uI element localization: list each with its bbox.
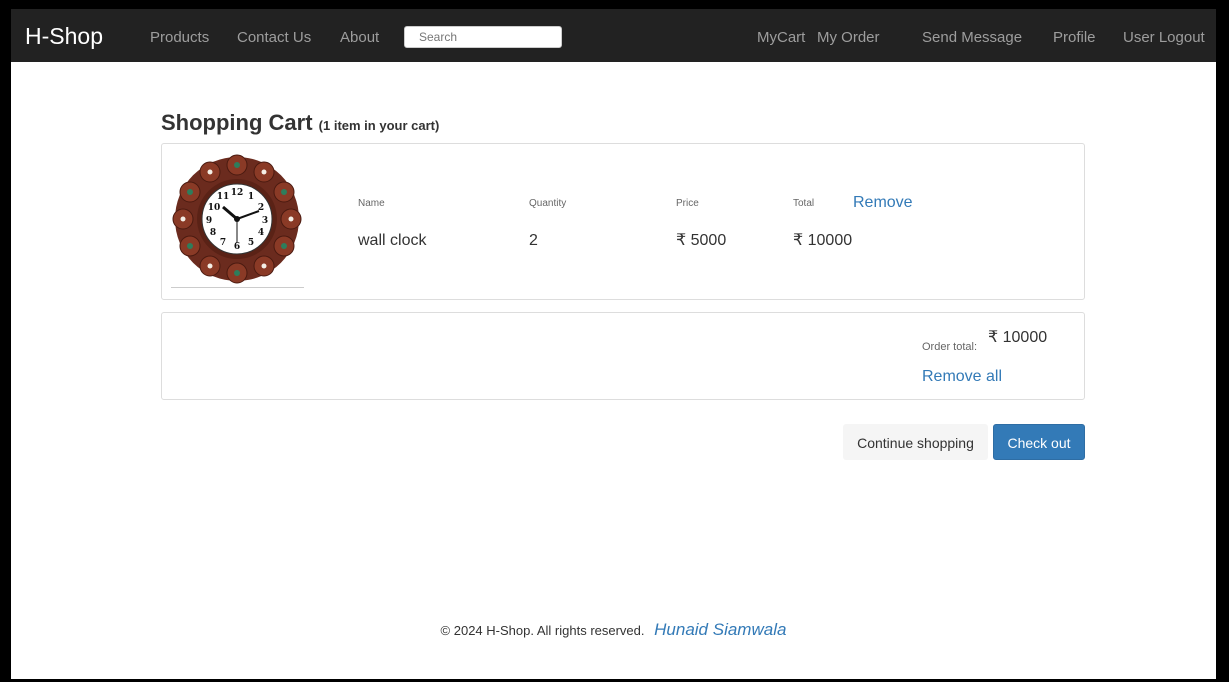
nav-link-products[interactable]: Products xyxy=(150,29,209,47)
svg-text:10: 10 xyxy=(208,203,221,213)
checkout-button[interactable]: Check out xyxy=(993,424,1085,460)
item-quantity: 2 xyxy=(529,232,538,249)
svg-text:4: 4 xyxy=(258,228,264,238)
nav-link-my-order[interactable]: My Order xyxy=(817,29,880,47)
svg-text:6: 6 xyxy=(234,242,240,252)
nav-link-user-logout[interactable]: User Logout xyxy=(1123,29,1205,47)
svg-text:11: 11 xyxy=(217,192,230,202)
nav-link-about[interactable]: About xyxy=(340,29,379,47)
item-total: ₹ 10000 xyxy=(793,232,853,249)
nav-link-contact-us[interactable]: Contact Us xyxy=(237,29,311,47)
svg-text:8: 8 xyxy=(210,228,216,238)
nav-link-profile[interactable]: Profile xyxy=(1053,29,1096,47)
order-total-value: ₹ 10000 xyxy=(988,329,1048,346)
order-summary-panel: Order total: ₹ 10000 Remove all xyxy=(161,312,1085,400)
search-input[interactable] xyxy=(404,26,562,48)
app-window: H-Shop Products Contact Us About MyCart … xyxy=(11,9,1216,679)
column-header-quantity: Quantity xyxy=(529,198,567,209)
page-title-text: Shopping Cart xyxy=(161,110,313,135)
remove-all-link[interactable]: Remove all xyxy=(922,367,1002,387)
brand-logo[interactable]: H-Shop xyxy=(25,23,103,49)
svg-text:5: 5 xyxy=(248,238,254,248)
svg-text:3: 3 xyxy=(262,216,268,226)
wall-clock-image[interactable]: 12 1 23 45 67 89 10 11 xyxy=(171,153,304,288)
nav-link-mycart[interactable]: MyCart xyxy=(757,29,805,47)
author-name: Hunaid Siamwala xyxy=(654,620,787,639)
nav-link-send-message[interactable]: Send Message xyxy=(922,29,1022,47)
svg-text:12: 12 xyxy=(231,188,244,198)
order-total-label: Order total: xyxy=(922,341,978,353)
column-header-total: Total xyxy=(793,198,815,209)
svg-text:9: 9 xyxy=(206,216,212,226)
svg-text:1: 1 xyxy=(248,192,254,202)
column-header-name: Name xyxy=(358,198,385,209)
svg-text:7: 7 xyxy=(220,238,226,248)
column-header-price: Price xyxy=(676,198,699,209)
page-footer: © 2024 H-Shop. All rights reserved. Huna… xyxy=(11,619,1216,642)
continue-shopping-button[interactable]: Continue shopping xyxy=(843,424,988,460)
cart-item-count: (1 item in your cart) xyxy=(318,118,440,133)
top-navbar: H-Shop Products Contact Us About MyCart … xyxy=(11,9,1216,62)
page-title: Shopping Cart (1 item in your cart) xyxy=(161,110,439,139)
cart-item-panel: 12 1 23 45 67 89 10 11 Name Quantity Price… xyxy=(161,143,1085,300)
remove-item-link[interactable]: Remove xyxy=(853,193,913,213)
wall-clock-icon: 12 1 23 45 67 89 1011 xyxy=(172,154,302,284)
copyright-text: © 2024 H-Shop. All rights reserved. xyxy=(440,623,645,638)
item-price: ₹ 5000 xyxy=(676,232,727,249)
item-name: wall clock xyxy=(358,232,427,249)
